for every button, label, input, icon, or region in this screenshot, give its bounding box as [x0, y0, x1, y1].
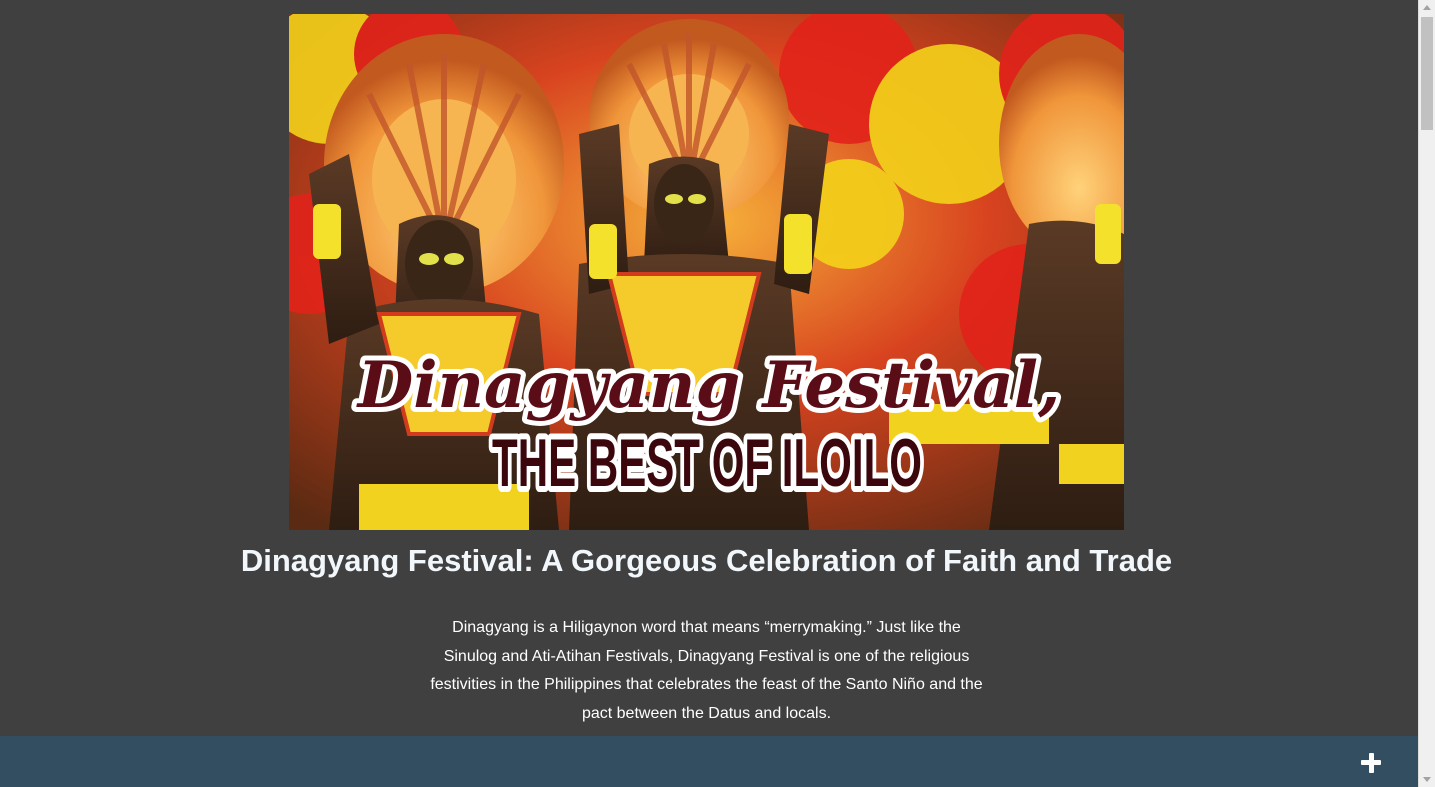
scroll-up-icon[interactable] — [1423, 5, 1431, 10]
vertical-scrollbar[interactable] — [1418, 0, 1435, 787]
page: Dinagyang Festival, Dinagyang Festival, … — [0, 0, 1418, 787]
scroll-down-icon[interactable] — [1423, 777, 1431, 782]
svg-text:THE BEST OF ILOILO: THE BEST OF ILOILO — [492, 425, 922, 501]
scroll-thumb[interactable] — [1421, 17, 1433, 130]
hero-image: Dinagyang Festival, Dinagyang Festival, … — [289, 14, 1124, 530]
bottom-bar — [0, 736, 1418, 787]
article-intro: Dinagyang is a Hiligaynon word that mean… — [430, 619, 983, 723]
expand-button[interactable] — [1356, 748, 1386, 778]
article-headline: Dinagyang Festival: A Gorgeous Celebrati… — [240, 543, 1173, 578]
svg-text:Dinagyang Festival,: Dinagyang Festival, — [356, 348, 1061, 423]
